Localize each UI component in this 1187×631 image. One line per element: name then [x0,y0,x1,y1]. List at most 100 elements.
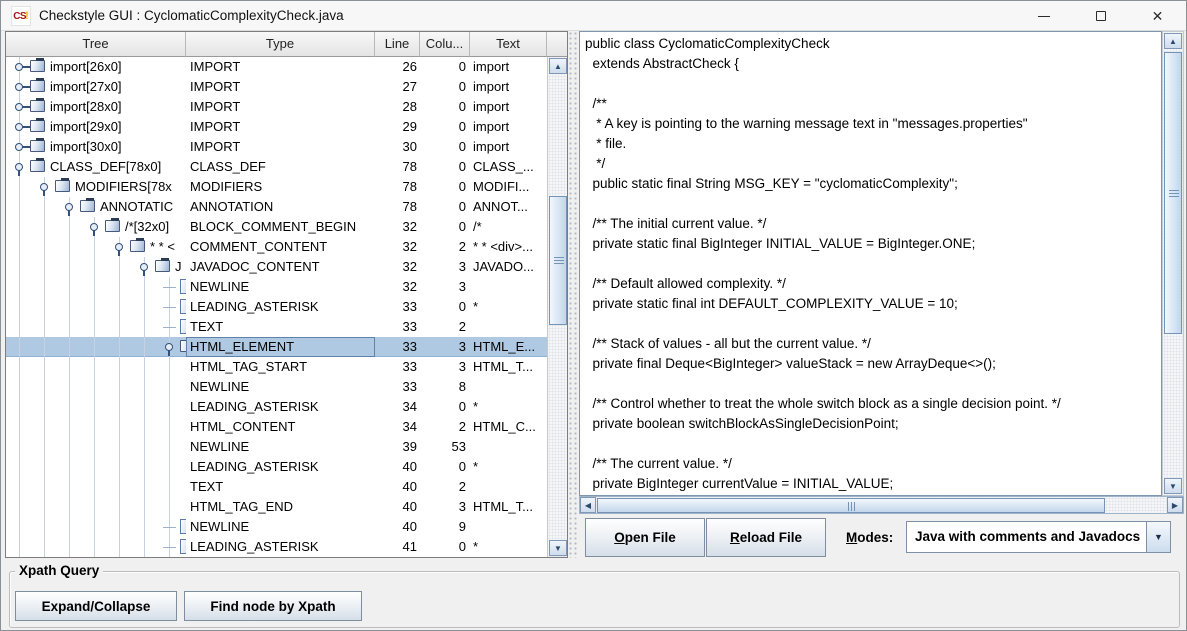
tree-table-row[interactable]: HTML_TAG_START333HTML_T... [6,357,547,377]
minimize-button[interactable] [1015,1,1072,31]
tree-table-row[interactable]: LEADING_ASTERISK330* [6,297,547,317]
expand-collapse-button[interactable]: Expand/Collapse [15,591,177,621]
code-scrollbar-thumb[interactable] [1164,52,1182,334]
find-node-by-xpath-button[interactable]: Find node by Xpath [184,591,362,621]
scroll-left-icon[interactable]: ◀ [580,497,596,513]
modes-label: Modes: [846,514,893,561]
tree-table-row-selected[interactable]: HTML_ELEMENT333HTML_E... [6,337,547,357]
tree-table-row[interactable]: NEWLINE3953 [6,437,547,457]
tree-table-row[interactable]: CLASS_DEF[78x0]CLASS_DEF780CLASS_... [6,157,547,177]
tree-table-row[interactable]: import[30x0]IMPORT300import [6,137,547,157]
mode-select[interactable]: Java with comments and Javadocs ▼ [906,521,1171,553]
tree-table-row[interactable]: import[26x0]IMPORT260import [6,57,547,77]
tree-cell [6,497,186,517]
open-file-button[interactable]: Open File [585,518,705,557]
folder-icon [30,80,45,92]
tree-table-row[interactable]: import[27x0]IMPORT270import [6,77,547,97]
tree-node-label: import[30x0] [50,137,122,157]
tree-table-row[interactable]: MODIFIERS[78xMODIFIERS780MODIFI... [6,177,547,197]
tree-table-row[interactable]: import[29x0]IMPORT290import [6,117,547,137]
xpath-query-panel: Xpath Query Expand/Collapse Find node by… [1,558,1187,631]
column-cell: 0 [420,537,470,557]
tree-table-row[interactable]: NEWLINE409 [6,517,547,537]
close-button[interactable]: ✕ [1129,1,1186,31]
column-cell: 3 [420,357,470,377]
tree-table-row[interactable]: LEADING_ASTERISK410* [6,537,547,557]
tree-table-row[interactable]: HTML_CONTENT342HTML_C... [6,417,547,437]
tree-node-label: CLASS_DEF[78x0] [50,157,161,177]
line-cell: 78 [375,177,420,197]
code-vertical-scrollbar[interactable]: ▲ ▼ [1162,31,1184,496]
tree-table-row[interactable]: JJAVADOC_CONTENT323JAVADO... [6,257,547,277]
tree-table-row[interactable]: TEXT402 [6,477,547,497]
tree-guide-line [169,397,170,417]
tree-table-row[interactable]: LEADING_ASTERISK400* [6,457,547,477]
column-header-type[interactable]: Type [186,32,375,57]
tree-guide-line [144,377,145,397]
tree-table-row[interactable]: TEXT332 [6,317,547,337]
scroll-down-icon[interactable]: ▼ [549,540,567,556]
column-header-line[interactable]: Line [375,32,420,57]
file-controls-bar: Open File Reload File Modes: Java with c… [579,514,1184,561]
maximize-button[interactable] [1072,1,1129,31]
line-cell: 30 [375,137,420,157]
line-cell: 39 [375,437,420,457]
scroll-right-icon[interactable]: ▶ [1167,497,1183,513]
tree-guide-line [94,317,95,337]
text-cell [470,377,547,397]
tree-table-row[interactable]: import[28x0]IMPORT280import [6,97,547,117]
scroll-up-icon[interactable]: ▲ [1164,33,1182,49]
scroll-down-icon[interactable]: ▼ [1164,478,1182,494]
tree-table-row[interactable]: * * <COMMENT_CONTENT322* * <div>... [6,237,547,257]
tree-table-row[interactable]: HTML_TAG_END403HTML_T... [6,497,547,517]
tree-table-row[interactable]: ANNOTATICANNOTATION780ANNOT... [6,197,547,217]
code-line: private final Deque<BigInteger> valueSta… [585,354,1161,374]
column-header-column[interactable]: Colu... [420,32,470,57]
tree-guide-line [94,397,95,417]
handle-stem [22,106,30,108]
tree-vertical-scrollbar[interactable]: ▲ ▼ [547,57,567,557]
code-line: private static final int DEFAULT_COMPLEX… [585,294,1161,314]
type-cell: ANNOTATION [186,197,375,217]
tree-guide-line [169,417,170,437]
tree-guide-line [69,437,70,457]
tree-guide-line [19,257,20,277]
tree-guide-line [119,337,120,357]
type-cell: COMMENT_CONTENT [186,237,375,257]
text-cell: MODIFI... [470,177,547,197]
tree-guide-line [94,377,95,397]
tree-table-row[interactable]: NEWLINE323 [6,277,547,297]
tree-table-row[interactable]: NEWLINE338 [6,377,547,397]
code-hscrollbar-thumb[interactable] [597,498,1105,513]
tree-guide-line [69,517,70,537]
column-header-tree[interactable]: Tree [6,32,186,57]
code-horizontal-scrollbar[interactable]: ◀ ▶ [579,496,1184,514]
code-line: */ [585,154,1161,174]
column-cell: 0 [420,177,470,197]
tree-guide-line [144,397,145,417]
scroll-up-icon[interactable]: ▲ [549,58,567,74]
tree-cell: MODIFIERS[78x [6,177,186,197]
source-code-view[interactable]: public class CyclomaticComplexityCheck e… [579,31,1162,496]
code-line: public class CyclomaticComplexityCheck [585,34,1161,54]
minimize-icon [1038,16,1050,17]
tree-table-row[interactable]: /*[32x0]BLOCK_COMMENT_BEGIN320/* [6,217,547,237]
folder-icon [180,340,186,352]
reload-file-button[interactable]: Reload File [706,518,826,557]
tree-cell: import[26x0] [6,57,186,77]
tree-table-row[interactable]: LEADING_ASTERISK340* [6,397,547,417]
tree-guide-line [44,217,45,237]
code-line [585,314,1161,334]
tree-guide-line [69,397,70,417]
column-header-text[interactable]: Text [470,32,547,57]
text-cell [470,517,547,537]
combo-dropdown-button[interactable]: ▼ [1146,522,1170,552]
split-pane-divider[interactable] [568,31,579,558]
code-line: /** The current value. */ [585,454,1161,474]
text-cell: HTML_C... [470,417,547,437]
tree-cell: import[30x0] [6,137,186,157]
tree-scrollbar-thumb[interactable] [549,196,567,325]
type-cell: HTML_CONTENT [186,417,375,437]
tree-cell: import[27x0] [6,77,186,97]
tree-guide-line [144,497,145,517]
